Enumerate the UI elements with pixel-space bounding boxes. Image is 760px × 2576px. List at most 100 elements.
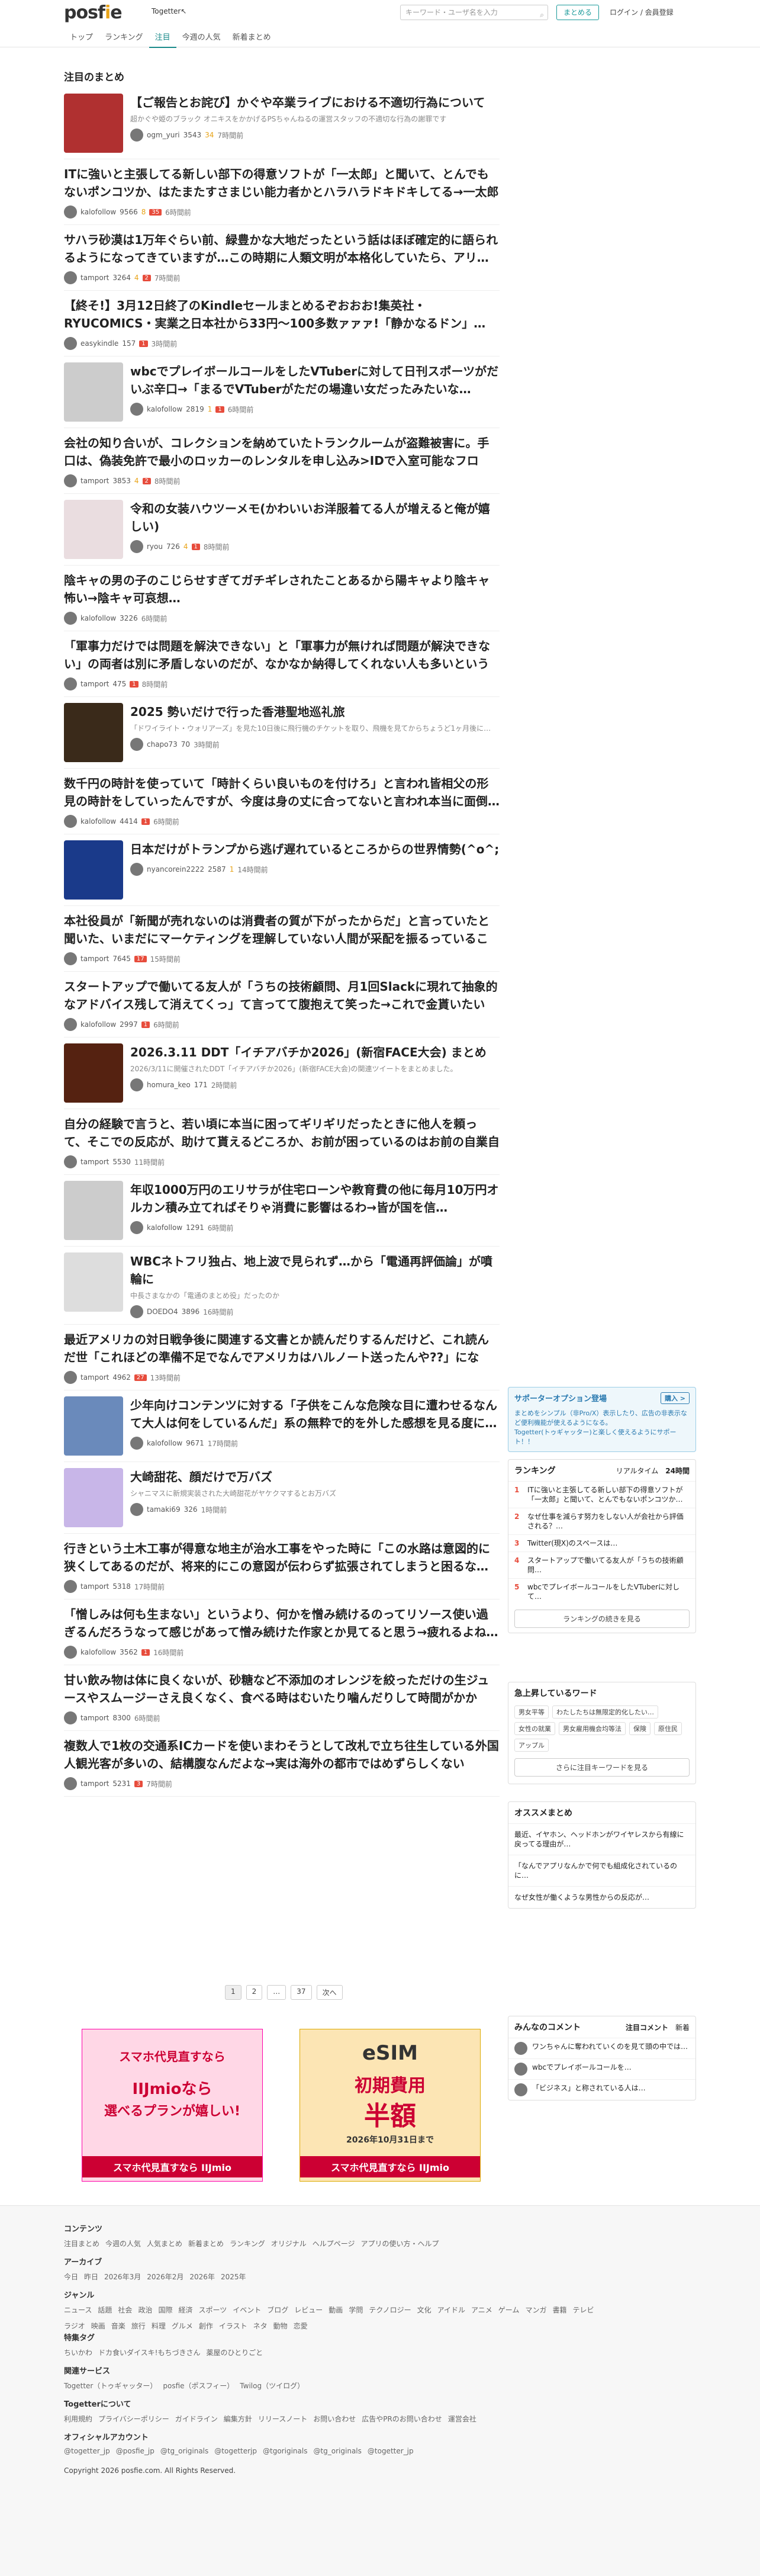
user-avatar[interactable] bbox=[64, 677, 77, 690]
page-1[interactable]: 1 bbox=[225, 1985, 241, 2000]
item-user[interactable]: tamport bbox=[80, 274, 109, 282]
keyword-tag[interactable]: 男女平等 bbox=[514, 1705, 549, 1719]
recommend-item-title[interactable]: 最近、イヤホン、ヘッドホンがワイヤレスから有線に戻ってる理由が… bbox=[514, 1830, 690, 1849]
nav-top[interactable]: トップ bbox=[64, 28, 99, 48]
footer-link[interactable]: ガイドライン bbox=[175, 2414, 218, 2424]
ranking-item-title[interactable]: ITに強いと主張してる新しい部下の得意ソフトが「一太郎」と聞いて、とんでもないポ… bbox=[527, 1485, 690, 1504]
footer-link[interactable]: 昨日 bbox=[84, 2272, 98, 2282]
feed-item[interactable]: スタートアップで働いてる友人が「うちの技術顧問、月1回Slackに現れて抽象的な… bbox=[64, 972, 500, 1038]
user-avatar[interactable] bbox=[130, 1078, 143, 1091]
footer-link[interactable]: 注目まとめ bbox=[64, 2238, 99, 2249]
item-user[interactable]: chapo73 bbox=[147, 740, 178, 749]
user-avatar[interactable] bbox=[130, 1503, 143, 1516]
footer-link[interactable]: イラスト bbox=[219, 2321, 247, 2331]
footer-link[interactable]: 恋愛 bbox=[294, 2321, 308, 2331]
item-title[interactable]: 令和の女装ハウツーメモ(かわいいお洋服着てる人が増えると俺が嬉しい) bbox=[130, 500, 500, 535]
ranking-item-title[interactable]: Twitter(現X)のスペースは… bbox=[527, 1538, 617, 1548]
item-title[interactable]: 自分の経験で言うと、若い頃に本当に困ってギリギリだったときに他人を頼って、そこで… bbox=[64, 1115, 500, 1151]
item-title[interactable]: 「軍事力だけでは問題を解決できない」と「軍事力が無ければ問題が解決できない」の両… bbox=[64, 637, 500, 673]
page-next[interactable]: 次へ bbox=[316, 1985, 343, 2000]
item-user[interactable]: tamaki69 bbox=[147, 1505, 181, 1514]
item-user[interactable]: tamport bbox=[80, 477, 109, 485]
footer-link[interactable]: リリースノート bbox=[258, 2414, 307, 2424]
item-user[interactable]: kalofollow bbox=[80, 208, 116, 216]
item-title[interactable]: 数千円の時計を使っていて「時計くらい良いものを付けろ」と言われ皆相父の形見の時計… bbox=[64, 775, 500, 810]
item-user[interactable]: ogm_yuri bbox=[147, 131, 180, 139]
item-title[interactable]: ITに強いと主張してる新しい部下の得意ソフトが「一太郎」と聞いて、とんでもないポ… bbox=[64, 165, 500, 201]
feed-item[interactable]: 本社役員が「新聞が売れないのは消費者の質が下がったからだ」と言っていたと聞いた、… bbox=[64, 906, 500, 972]
tab-featured-comments[interactable]: 注目コメント bbox=[626, 2023, 668, 2032]
footer-link[interactable]: アイドル bbox=[437, 2305, 465, 2315]
item-user[interactable]: tamport bbox=[80, 955, 109, 963]
user-avatar[interactable] bbox=[130, 863, 143, 876]
footer-link[interactable]: 動物 bbox=[273, 2321, 288, 2331]
footer-link[interactable]: @tgoriginals bbox=[263, 2447, 307, 2455]
item-thumbnail[interactable] bbox=[64, 362, 123, 422]
footer-link[interactable]: 創作 bbox=[199, 2321, 213, 2331]
item-title[interactable]: 「憎しみは何も生まない」というより、何かを憎み続けるのってリソース使い過ぎるんだ… bbox=[64, 1605, 500, 1641]
user-avatar[interactable] bbox=[64, 474, 77, 487]
keyword-tag[interactable]: 女性の就業 bbox=[514, 1722, 555, 1735]
feed-item[interactable]: 年収1000万円のエリサラが住宅ローンや教育費の他に毎月10万円オルカン積み立て… bbox=[64, 1175, 500, 1247]
item-title[interactable]: 行きという土木工事が得意な地主が治水工事をやった時に「この水路は意図的に狭くして… bbox=[64, 1540, 500, 1575]
footer-link[interactable]: Togetter（トゥギャッター） bbox=[64, 2381, 157, 2391]
item-title[interactable]: WBCネトフリ独占、地上波で見られず…から「電通再評価論」が噴輪に bbox=[130, 1252, 500, 1288]
item-user[interactable]: tamport bbox=[80, 1582, 109, 1591]
item-user[interactable]: kalofollow bbox=[147, 1223, 182, 1232]
ranking-item[interactable]: 3 Twitter(現X)のスペースは… bbox=[508, 1534, 695, 1552]
keyword-tag[interactable]: 原住民 bbox=[654, 1722, 682, 1735]
item-thumbnail[interactable] bbox=[64, 1468, 123, 1527]
footer-link[interactable]: 経済 bbox=[178, 2305, 192, 2315]
keyword-tag[interactable]: アップル bbox=[514, 1739, 549, 1752]
footer-link[interactable]: ラジオ bbox=[64, 2321, 85, 2331]
footer-link[interactable]: 運営会社 bbox=[448, 2414, 476, 2424]
footer-link[interactable]: お問い合わせ bbox=[313, 2414, 356, 2424]
recommend-item[interactable]: なぜ女性が働くような男性からの反応が… bbox=[508, 1886, 695, 1908]
posfie-logo[interactable]: posfie bbox=[64, 2, 123, 23]
supporter-buy-button[interactable]: 購入 > bbox=[660, 1392, 690, 1404]
footer-link[interactable]: アニメ bbox=[471, 2305, 492, 2315]
user-avatar[interactable] bbox=[64, 1580, 77, 1593]
footer-link[interactable]: ランキング bbox=[230, 2238, 265, 2249]
item-title[interactable]: 2026.3.11 DDT「イチアバチか2026」(新宿FACE大会) まとめ bbox=[130, 1043, 500, 1061]
item-title[interactable]: 【終そ!】3月12日終了のKindleセールまとめるぞおおお!集英社・RYUCO… bbox=[64, 297, 500, 332]
item-thumbnail[interactable] bbox=[64, 703, 123, 762]
feed-item[interactable]: 会社の知り合いが、コレクションを納めていたトランクルームが盗難被害に。手口は、偽… bbox=[64, 428, 500, 494]
item-thumbnail[interactable] bbox=[64, 500, 123, 559]
user-avatar[interactable] bbox=[130, 1437, 143, 1450]
ranking-item[interactable]: 4 スタートアップで働いてる友人が「うちの技術顧問… bbox=[508, 1552, 695, 1578]
item-user[interactable]: kalofollow bbox=[80, 614, 116, 622]
feed-item[interactable]: 数千円の時計を使っていて「時計くらい良いものを付けろ」と言われ皆相父の形見の時計… bbox=[64, 769, 500, 834]
footer-link[interactable]: 書籍 bbox=[552, 2305, 566, 2315]
footer-link[interactable]: 今日 bbox=[64, 2272, 78, 2282]
footer-link[interactable]: 編集方針 bbox=[224, 2414, 252, 2424]
footer-link[interactable]: ドカ食いダイスキ!もちづきさん bbox=[98, 2347, 200, 2357]
feed-item[interactable]: 2026.3.11 DDT「イチアバチか2026」(新宿FACE大会) まとめ 2… bbox=[64, 1038, 500, 1109]
footer-link[interactable]: レビュー bbox=[294, 2305, 323, 2315]
feed-item[interactable]: 甘い飲み物は体に良くないが、砂糖など不添加のオレンジを絞っただけの生ジュースやス… bbox=[64, 1665, 500, 1731]
item-user[interactable]: easykindle bbox=[80, 339, 118, 348]
nav-weekly[interactable]: 今週の人気 bbox=[176, 28, 227, 48]
footer-link[interactable]: posfie（ポスフィー） bbox=[163, 2381, 234, 2391]
item-user[interactable]: ryou bbox=[147, 542, 163, 551]
user-avatar[interactable] bbox=[64, 1371, 77, 1384]
item-thumbnail[interactable] bbox=[64, 1181, 123, 1240]
footer-link[interactable]: 利用規約 bbox=[64, 2414, 92, 2424]
footer-link[interactable]: 広告やPRのお問い合わせ bbox=[362, 2414, 442, 2424]
comment-item[interactable]: 「ビジネス」と称されている人は… bbox=[508, 2079, 695, 2100]
user-avatar[interactable] bbox=[64, 612, 77, 625]
footer-link[interactable]: 政治 bbox=[138, 2305, 152, 2315]
footer-link[interactable]: @togetterjp bbox=[214, 2447, 257, 2455]
item-title[interactable]: wbcでプレイボールコールをしたVTuberに対して日刊スポーツがだいぶ辛口→「… bbox=[130, 362, 500, 398]
recommend-item-title[interactable]: なぜ女性が働くような男性からの反応が… bbox=[514, 1893, 649, 1902]
footer-link[interactable]: ネタ bbox=[253, 2321, 268, 2331]
user-avatar[interactable] bbox=[130, 1305, 143, 1318]
item-title[interactable]: 日本だけがトランプから逃げ遅れているところからの世界情勢(^o^; bbox=[130, 840, 500, 858]
user-avatar[interactable] bbox=[64, 271, 77, 284]
item-title[interactable]: 2025 勢いだけで行った香港聖地巡礼旅 bbox=[130, 703, 500, 721]
item-title[interactable]: 複数人で1枚の交通系ICカードを使いまわそうとして改札で立ち往生している外国人観… bbox=[64, 1737, 500, 1772]
item-title[interactable]: 【ご報告とお詫び】かぐや卒業ライブにおける不適切行為について bbox=[130, 94, 500, 111]
nav-new[interactable]: 新着まとめ bbox=[227, 28, 277, 48]
footer-link[interactable]: ゲーム bbox=[498, 2305, 520, 2315]
user-avatar[interactable] bbox=[130, 738, 143, 751]
